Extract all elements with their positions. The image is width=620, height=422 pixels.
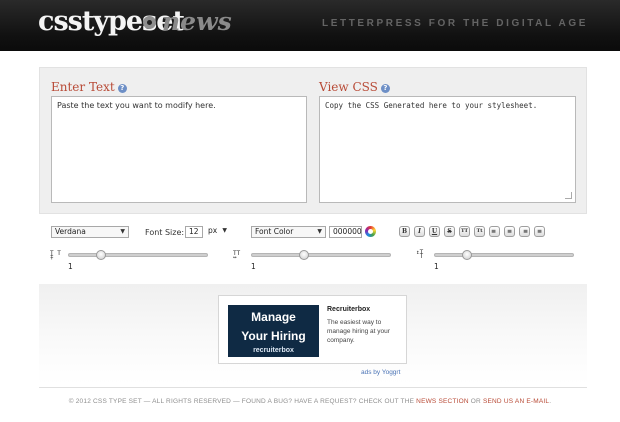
slider-handle[interactable] [299, 250, 310, 260]
chevron-down-icon: ▼ [120, 228, 125, 235]
slider-handle[interactable] [461, 250, 472, 260]
css-output-text: Copy the CSS Generated here to your styl… [325, 101, 538, 110]
capitalize-button[interactable]: Tt [474, 226, 485, 237]
enter-text-input[interactable]: Paste the text you want to modify here. [51, 96, 307, 203]
ad-image-line1: Manage [251, 310, 296, 324]
font-size-unit-select[interactable]: px ▼ [205, 226, 230, 238]
italic-button[interactable]: I [414, 226, 425, 237]
ad-image[interactable]: Manage Your Hiring recruiterbox [228, 305, 319, 357]
css-output-textarea[interactable]: Copy the CSS Generated here to your styl… [319, 96, 576, 203]
justify-button[interactable]: ≡ [534, 226, 545, 237]
line-height-slider[interactable] [68, 250, 208, 260]
email-link[interactable]: SEND US AN E-MAIL [483, 398, 549, 405]
editor-panel: Enter Text? Paste the text you want to m… [39, 67, 587, 214]
ad-image-brand: recruiterbox [253, 347, 294, 354]
slider-handle[interactable] [95, 250, 106, 260]
color-wheel-icon[interactable] [365, 226, 376, 237]
enter-text-heading: Enter Text? [51, 80, 127, 94]
letter-spacing-value: 1 [251, 262, 256, 271]
ad-credit-link[interactable]: ads by Yoggrt [361, 369, 400, 376]
footer-or: OR [470, 398, 481, 405]
ad-image-line2: Your Hiring [241, 329, 306, 343]
font-family-select[interactable]: Verdana ▼ [51, 226, 129, 238]
underline-button[interactable]: U [429, 226, 440, 237]
footer-end: . [549, 398, 552, 405]
word-spacing-value: 1 [434, 262, 439, 271]
ad-title[interactable]: Recruiterbox [327, 306, 370, 313]
news-link[interactable]: news [162, 7, 232, 36]
help-icon[interactable]: ? [117, 84, 127, 93]
tagline: LETTERPRESS FOR THE DIGITAL AGE [322, 18, 588, 29]
align-center-button[interactable]: ≡ [504, 226, 515, 237]
font-family-value: Verdana [55, 227, 86, 236]
font-color-select[interactable]: Font Color ▼ [251, 226, 326, 238]
news-section-link[interactable]: NEWS SECTION [416, 398, 469, 405]
logo-dot-icon [143, 16, 156, 29]
line-height-icon: T T ‡ [50, 250, 61, 261]
chevron-down-icon: ▼ [317, 228, 322, 235]
font-color-input[interactable]: 000000 [329, 226, 362, 238]
letter-spacing-icon: TT ↔ [233, 250, 241, 261]
word-spacing-icon: ↕T T [416, 249, 424, 260]
font-color-label: Font Color [255, 227, 294, 236]
letter-spacing-slider[interactable] [251, 250, 391, 260]
help-icon[interactable]: ? [380, 84, 390, 93]
line-height-value: 1 [68, 262, 73, 271]
footer: © 2012 CSS TYPE SET — ALL RIGHTS RESERVE… [0, 398, 620, 405]
bold-button[interactable]: B [399, 226, 410, 237]
view-css-label: View CSS [319, 80, 378, 94]
align-right-button[interactable]: ≡ [519, 226, 530, 237]
enter-text-label: Enter Text [51, 80, 115, 94]
footer-divider [39, 387, 587, 388]
view-css-heading: View CSS? [319, 80, 390, 94]
site-header: csstypeset news LETTERPRESS FOR THE DIGI… [0, 0, 620, 51]
align-left-button[interactable]: ≡ [489, 226, 500, 237]
font-size-unit: px [208, 226, 218, 235]
resize-handle-icon[interactable] [565, 192, 572, 199]
font-size-input[interactable]: 12 [185, 226, 203, 238]
word-spacing-slider[interactable] [434, 250, 574, 260]
font-size-label: Font Size: [145, 228, 185, 237]
chevron-down-icon: ▼ [222, 227, 227, 234]
strikethrough-button[interactable]: S [444, 226, 455, 237]
ad-description: The easiest way to manage hiring at your… [327, 319, 390, 344]
uppercase-button[interactable]: TT [459, 226, 470, 237]
footer-text: © 2012 CSS TYPE SET — ALL RIGHTS RESERVE… [68, 398, 415, 405]
ad-box[interactable]: Manage Your Hiring recruiterbox Recruite… [218, 295, 407, 364]
